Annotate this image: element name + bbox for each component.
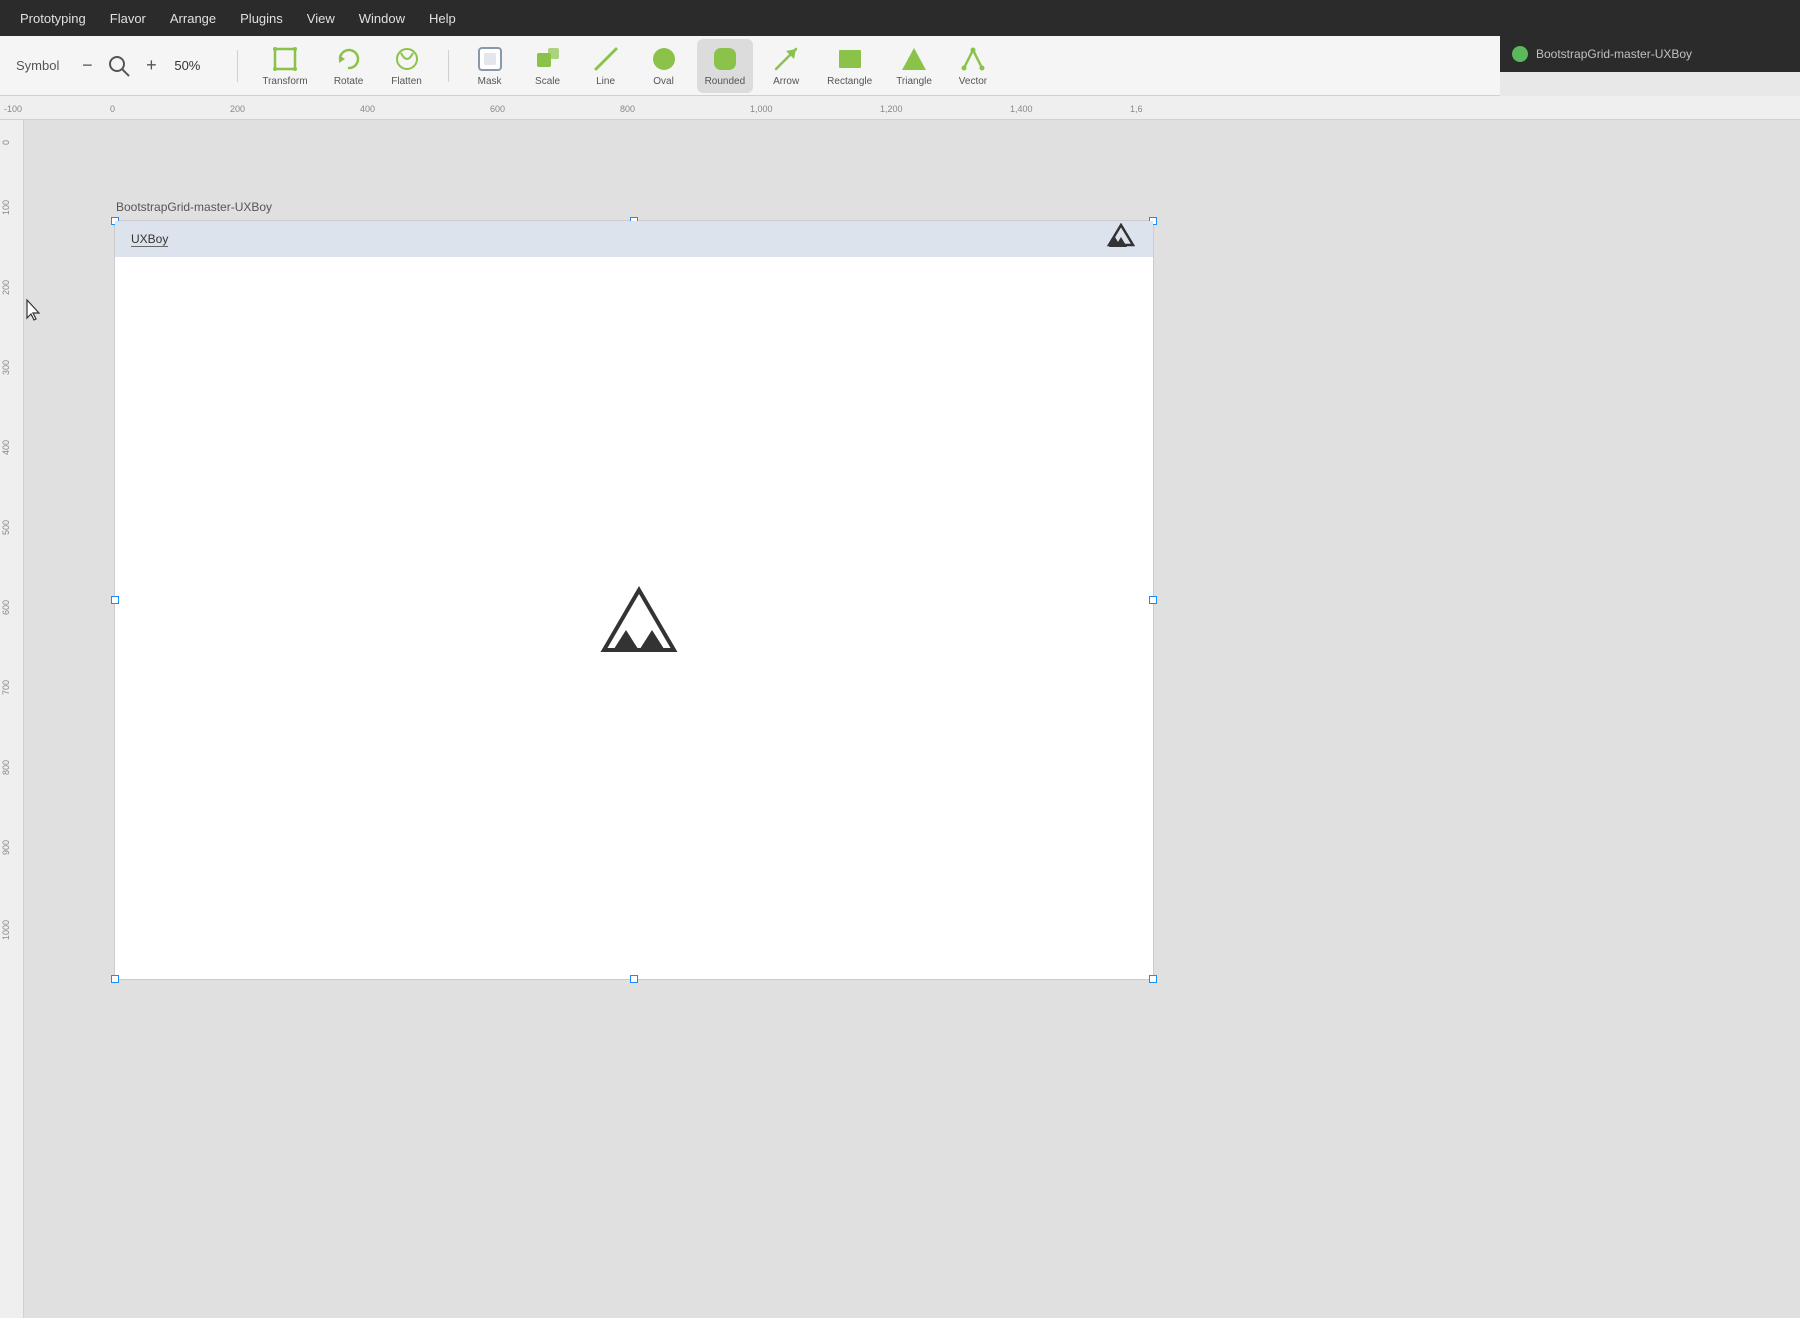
ruler-v-mark: 300 (1, 360, 11, 375)
menu-item-window[interactable]: Window (349, 7, 415, 30)
ruler-v-mark: 400 (1, 440, 11, 455)
rotate-label: Rotate (334, 76, 363, 87)
ruler-v-mark: 500 (1, 520, 11, 535)
rectangle-icon (836, 45, 864, 73)
rotate-tool[interactable]: Rotate (324, 39, 374, 93)
ruler-v-mark: 0 (1, 140, 11, 145)
cursor (24, 298, 44, 318)
flatten-label: Flatten (391, 76, 422, 87)
handle-middle-right[interactable] (1149, 596, 1157, 604)
rounded-icon (711, 45, 739, 73)
handle-bottom-right[interactable] (1149, 975, 1157, 983)
line-tool[interactable]: Line (581, 39, 631, 93)
mask-icon (476, 45, 504, 73)
ruler-v-mark: 100 (1, 200, 11, 215)
ruler-h-mark: 800 (620, 104, 635, 114)
mask-label: Mask (478, 76, 502, 87)
zoom-group: − + 50% (75, 52, 205, 80)
menu-item-prototyping[interactable]: Prototyping (10, 7, 96, 30)
arrow-icon (772, 45, 800, 73)
handle-bottom-center[interactable] (630, 975, 638, 983)
oval-tool[interactable]: Oval (639, 39, 689, 93)
triangle-tool[interactable]: Triangle (888, 39, 940, 93)
ruler-v-mark: 600 (1, 600, 11, 615)
vector-label: Vector (959, 76, 987, 87)
ruler-h-mark: 200 (230, 104, 245, 114)
vertical-ruler: 0 100 200 300 400 500 600 700 800 900 10… (0, 120, 24, 1318)
ruler-h-mark: 1,400 (1010, 104, 1033, 114)
artboard-header: UXBoy (115, 221, 1153, 257)
artboard-label: BootstrapGrid-master-UXBoy (116, 200, 272, 214)
artboard[interactable]: UXBoy (114, 220, 1154, 980)
ruler-v-mark: 200 (1, 280, 11, 295)
scale-icon (534, 45, 562, 73)
menu-item-arrange[interactable]: Arrange (160, 7, 226, 30)
horizontal-ruler: -100 0 200 400 600 800 1,000 1,200 1,400… (0, 96, 1800, 120)
ruler-v-mark: 700 (1, 680, 11, 695)
oval-label: Oval (653, 76, 674, 87)
menu-item-help[interactable]: Help (419, 7, 466, 30)
oval-icon (650, 45, 678, 73)
rectangle-label: Rectangle (827, 76, 872, 87)
rounded-tool[interactable]: Rounded (697, 39, 754, 93)
center-logo (594, 585, 674, 655)
canvas-area[interactable]: BootstrapGrid-master-UXBoy UXBoy (24, 120, 1800, 1318)
scale-tool[interactable]: Scale (523, 39, 573, 93)
ruler-v-mark: 900 (1, 840, 11, 855)
ruler-h-mark: 1,000 (750, 104, 773, 114)
artboard-title: UXBoy (131, 232, 168, 247)
arrow-label: Arrow (773, 76, 799, 87)
separator-2 (448, 50, 449, 82)
vector-tool[interactable]: Vector (948, 39, 998, 93)
transform-icon (271, 45, 299, 73)
menu-bar: Prototyping Flavor Arrange Plugins View … (0, 0, 1800, 36)
handle-bottom-left[interactable] (111, 975, 119, 983)
flatten-tool[interactable]: Flatten (382, 39, 432, 93)
handle-middle-left[interactable] (111, 596, 119, 604)
ruler-h-mark: 600 (490, 104, 505, 114)
transform-label: Transform (262, 76, 307, 87)
title-bar: BootstrapGrid-master-UXBoy (1500, 36, 1800, 72)
vector-icon (959, 45, 987, 73)
toolbar: Symbol − + 50% Transform (0, 36, 1500, 96)
triangle-icon (900, 45, 928, 73)
rectangle-tool[interactable]: Rectangle (819, 39, 880, 93)
title-bar-text: BootstrapGrid-master-UXBoy (1536, 47, 1692, 61)
artboard-title-wrapper: UXBoy (131, 230, 168, 248)
symbol-label: Symbol (16, 58, 59, 73)
zoom-in-button[interactable]: + (139, 54, 163, 78)
zoom-out-button[interactable]: − (75, 54, 99, 78)
rounded-label: Rounded (705, 76, 746, 87)
ruler-v-mark: 800 (1, 760, 11, 775)
transform-tool[interactable]: Transform (254, 39, 315, 93)
triangle-label: Triangle (896, 76, 932, 87)
mask-tool[interactable]: Mask (465, 39, 515, 93)
artboard-logo (1105, 223, 1137, 255)
rotate-icon (335, 45, 363, 73)
zoom-level: 50% (169, 58, 205, 73)
separator-1 (237, 50, 238, 82)
menu-item-view[interactable]: View (297, 7, 345, 30)
arrow-tool[interactable]: Arrow (761, 39, 811, 93)
menu-item-flavor[interactable]: Flavor (100, 7, 156, 30)
file-icon (1512, 46, 1528, 62)
line-icon (592, 45, 620, 73)
flatten-icon (393, 45, 421, 73)
ruler-v-mark: 1000 (1, 920, 11, 940)
ruler-h-mark: 1,200 (880, 104, 903, 114)
scale-label: Scale (535, 76, 560, 87)
ruler-h-mark: 1,6 (1130, 104, 1143, 114)
line-label: Line (596, 76, 615, 87)
menu-item-plugins[interactable]: Plugins (230, 7, 293, 30)
ruler-h-mark: 400 (360, 104, 375, 114)
ruler-h-mark: -100 (4, 104, 22, 114)
zoom-icon (105, 52, 133, 80)
ruler-h-mark: 0 (110, 104, 115, 114)
